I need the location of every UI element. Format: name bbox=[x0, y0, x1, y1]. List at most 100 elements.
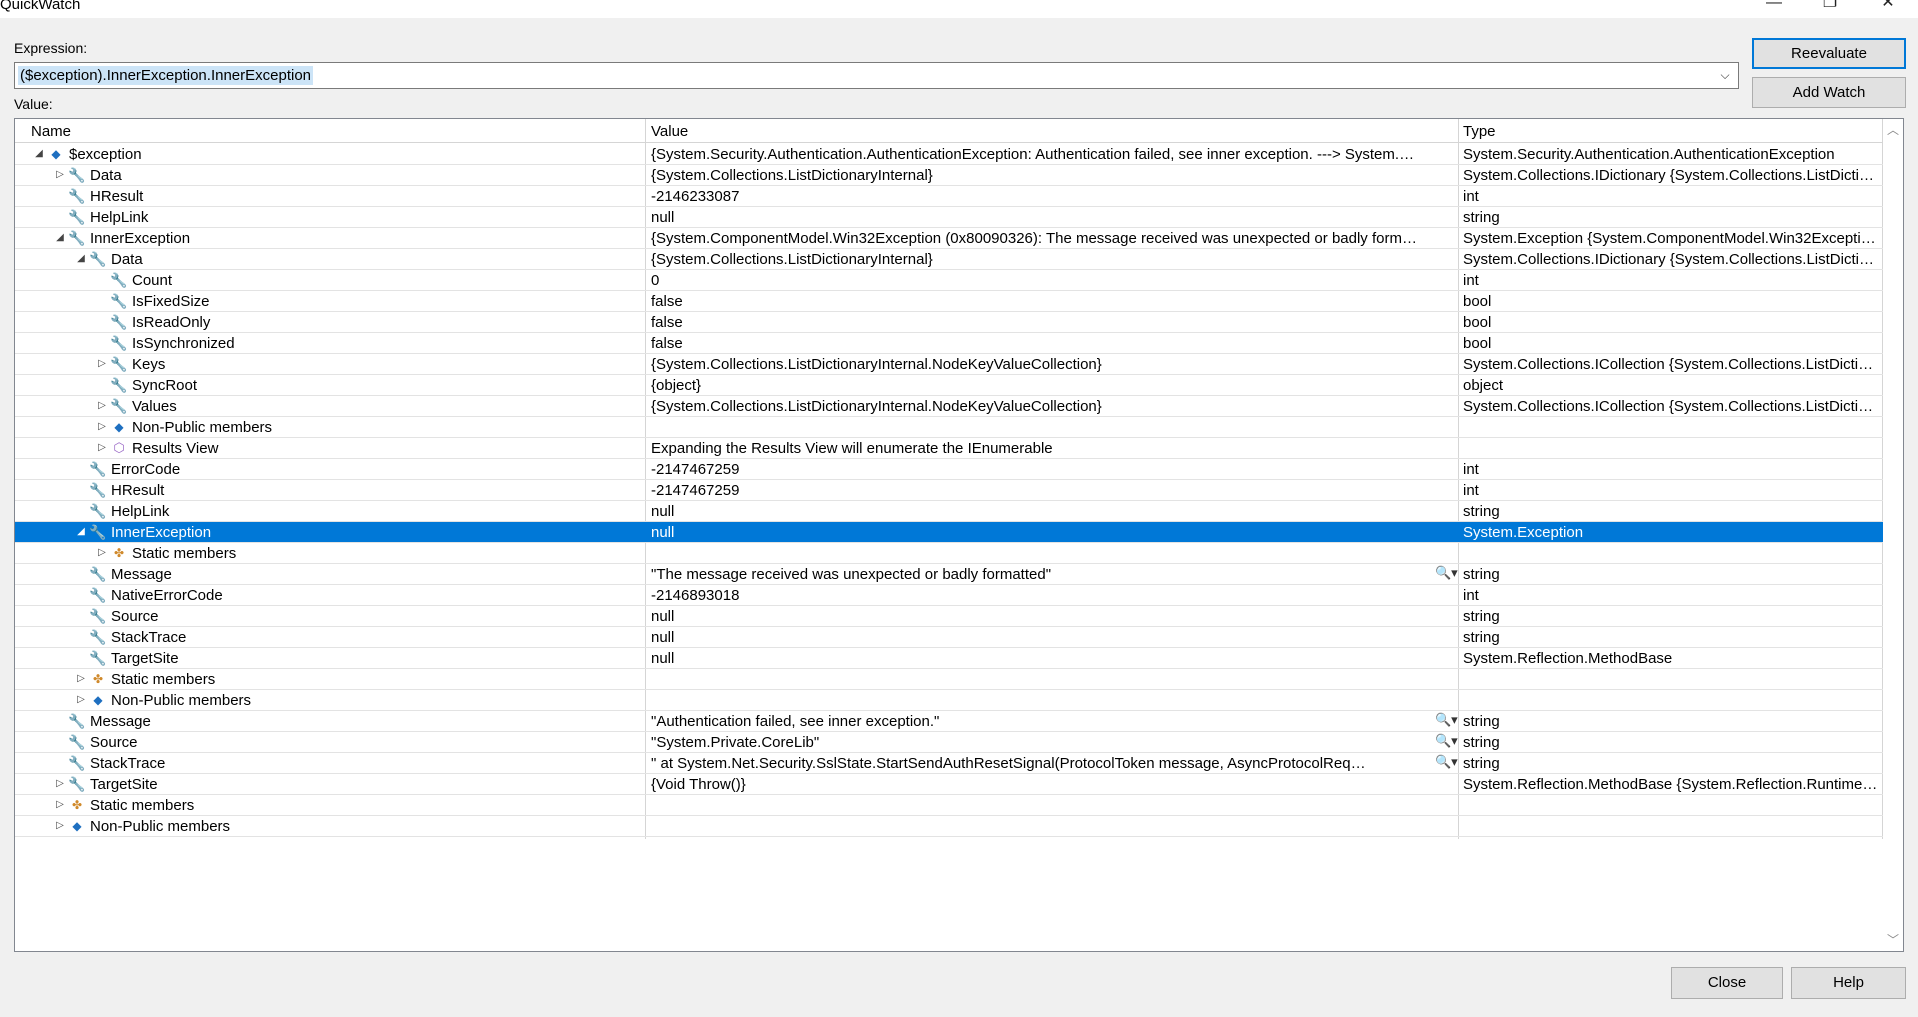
table-row[interactable]: 🔧 Message "The message received was unexpe… bbox=[15, 564, 1883, 585]
table-row[interactable]: ▷ ⬡ Results View Expanding the Results View… bbox=[15, 438, 1883, 459]
table-row[interactable]: ◢ 🔧 Data {System.Collections.ListDictionary… bbox=[15, 249, 1883, 270]
table-row[interactable]: 🔧 IsSynchronized false bool bbox=[15, 333, 1883, 354]
row-value[interactable]: false bbox=[651, 293, 1421, 310]
expand-icon[interactable]: ▷ bbox=[75, 690, 87, 710]
table-row[interactable]: 🔧 StackTrace null string bbox=[15, 627, 1883, 648]
help-button[interactable]: Help bbox=[1791, 967, 1906, 999]
table-row[interactable]: ▷ ◆ Non-Public members bbox=[15, 690, 1883, 711]
table-row[interactable]: ▷ 🔧 Values {System.Collections.ListDictiona… bbox=[15, 396, 1883, 417]
wrench-icon: 🔧 bbox=[89, 608, 107, 624]
collapse-icon[interactable]: ◢ bbox=[75, 522, 87, 542]
row-value[interactable]: false bbox=[651, 314, 1421, 331]
table-row[interactable]: 🔧 HelpLink null string bbox=[15, 501, 1883, 522]
row-value[interactable]: 0 bbox=[651, 272, 1421, 289]
expand-icon[interactable]: ▷ bbox=[96, 354, 108, 374]
chevron-down-icon[interactable]: ⌵ bbox=[1714, 64, 1736, 87]
expand-icon[interactable]: ▷ bbox=[96, 543, 108, 563]
row-value[interactable]: null bbox=[651, 503, 1421, 520]
row-value[interactable]: {System.Collections.ListDictionaryIntern… bbox=[651, 398, 1421, 415]
collapse-icon[interactable]: ◢ bbox=[33, 144, 45, 164]
expand-icon[interactable]: ▷ bbox=[75, 669, 87, 689]
table-row[interactable]: 🔧 NativeErrorCode -2146893018 int bbox=[15, 585, 1883, 606]
table-row[interactable]: 🔧 HelpLink null string bbox=[15, 207, 1883, 228]
collapse-icon[interactable]: ◢ bbox=[54, 228, 66, 248]
table-row[interactable]: 🔧 Source "System.Private.CoreLib" 🔍▾ string bbox=[15, 732, 1883, 753]
row-value[interactable]: null bbox=[651, 650, 1421, 667]
row-value[interactable]: Expanding the Results View will enumerat… bbox=[651, 440, 1421, 457]
row-value[interactable]: "Authentication failed, see inner except… bbox=[651, 713, 1371, 730]
expand-icon[interactable]: ▷ bbox=[54, 795, 66, 815]
table-row[interactable]: 🔧 HResult -2147467259 int bbox=[15, 480, 1883, 501]
table-row[interactable]: 🔧 IsFixedSize false bool bbox=[15, 291, 1883, 312]
table-row[interactable]: 🔧 IsReadOnly false bool bbox=[15, 312, 1883, 333]
close-window-button[interactable]: ✕ bbox=[1868, 0, 1908, 16]
table-row[interactable]: ▷ 🔧 Data {System.Collections.ListDictionary… bbox=[15, 165, 1883, 186]
row-value[interactable]: null bbox=[651, 524, 1421, 541]
scroll-up-icon[interactable]: ︿ bbox=[1887, 121, 1899, 138]
scroll-down-icon[interactable]: ﹀ bbox=[1887, 931, 1899, 948]
table-row[interactable]: ◢ 🔧 InnerException {System.ComponentModel.W… bbox=[15, 228, 1883, 249]
row-value[interactable]: false bbox=[651, 335, 1421, 352]
table-row[interactable]: 🔧 ErrorCode -2147467259 int bbox=[15, 459, 1883, 480]
maximize-button[interactable]: ❐ bbox=[1810, 0, 1850, 16]
table-row[interactable]: ▷ ◆ Non-Public members bbox=[15, 417, 1883, 438]
expand-icon[interactable]: ▷ bbox=[54, 165, 66, 185]
row-type: System.Reflection.MethodBase {System.Ref… bbox=[1463, 776, 1881, 793]
table-row[interactable]: 🔧 StackTrace " at System.Net.Security.SslS… bbox=[15, 753, 1883, 774]
row-value[interactable]: null bbox=[651, 209, 1421, 226]
table-row[interactable]: 🔧 Count 0 int bbox=[15, 270, 1883, 291]
table-row[interactable]: ▷ ✤ Static members bbox=[15, 543, 1883, 564]
row-value[interactable]: "System.Private.CoreLib" bbox=[651, 734, 1371, 751]
expression-text[interactable]: ($exception).InnerException.InnerExcepti… bbox=[18, 66, 314, 85]
row-name: Values bbox=[132, 398, 177, 415]
column-header-name[interactable]: Name bbox=[31, 123, 71, 140]
row-name: $exception bbox=[69, 146, 142, 163]
table-row[interactable]: ▷ ✤ Static members bbox=[15, 669, 1883, 690]
column-header-type[interactable]: Type bbox=[1463, 123, 1496, 140]
row-value[interactable]: null bbox=[651, 608, 1421, 625]
expand-icon[interactable]: ▷ bbox=[96, 396, 108, 416]
table-row[interactable]: ▷ 🔧 Keys {System.Collections.ListDictionary… bbox=[15, 354, 1883, 375]
row-value[interactable]: -2146233087 bbox=[651, 188, 1421, 205]
row-value[interactable]: -2146893018 bbox=[651, 587, 1421, 604]
table-row[interactable]: 🔧 Source null string bbox=[15, 606, 1883, 627]
table-row[interactable]: 🔧 SyncRoot {object} object bbox=[15, 375, 1883, 396]
table-row[interactable]: ▷ ✤ Static members bbox=[15, 795, 1883, 816]
reevaluate-button[interactable]: Reevaluate bbox=[1752, 38, 1906, 69]
row-value[interactable]: {System.Collections.ListDictionaryIntern… bbox=[651, 167, 1421, 184]
row-value[interactable]: {System.Collections.ListDictionaryIntern… bbox=[651, 356, 1421, 373]
table-row[interactable]: ◢ ◆ $exception {System.Security.Authenticat… bbox=[15, 144, 1883, 165]
table-row[interactable]: ▷ 🔧 TargetSite {Void Throw()} System.Reflect… bbox=[15, 774, 1883, 795]
expand-icon[interactable]: ▷ bbox=[96, 438, 108, 458]
table-row[interactable]: 🔧 HResult -2146233087 int bbox=[15, 186, 1883, 207]
row-value[interactable]: "The message received was unexpected or … bbox=[651, 566, 1371, 583]
expand-icon[interactable]: ▷ bbox=[54, 774, 66, 794]
row-type: bool bbox=[1463, 335, 1492, 352]
row-value[interactable]: {System.ComponentModel.Win32Exception (0… bbox=[651, 230, 1421, 247]
row-type: string bbox=[1463, 629, 1500, 646]
row-value[interactable]: null bbox=[651, 629, 1421, 646]
row-value[interactable]: -2147467259 bbox=[651, 482, 1421, 499]
collapse-icon[interactable]: ◢ bbox=[75, 249, 87, 269]
expand-icon[interactable]: ▷ bbox=[54, 816, 66, 836]
table-row[interactable]: ◢ 🔧 InnerException null System.Exception bbox=[15, 522, 1883, 543]
column-header-value[interactable]: Value bbox=[651, 123, 688, 140]
wrench-icon: 🔧 bbox=[89, 503, 107, 519]
table-row[interactable]: 🔧 TargetSite null System.Reflection.MethodB… bbox=[15, 648, 1883, 669]
expand-icon[interactable]: ▷ bbox=[96, 417, 108, 437]
row-name: StackTrace bbox=[111, 629, 187, 646]
row-name: Data bbox=[111, 251, 143, 268]
row-value[interactable]: {System.Collections.ListDictionaryIntern… bbox=[651, 251, 1421, 268]
watch-grid[interactable]: Name Value Type ◢ ◆ $exception {System.Secu… bbox=[14, 118, 1904, 952]
table-row[interactable]: ▷ ◆ Non-Public members bbox=[15, 816, 1883, 837]
row-value[interactable]: " at System.Net.Security.SslState.StartS… bbox=[651, 755, 1371, 772]
row-value[interactable]: {object} bbox=[651, 377, 1421, 394]
row-value[interactable]: {System.Security.Authentication.Authenti… bbox=[651, 146, 1421, 163]
row-value[interactable]: {Void Throw()} bbox=[651, 776, 1421, 793]
close-button[interactable]: Close bbox=[1671, 967, 1783, 999]
add-watch-button[interactable]: Add Watch bbox=[1752, 77, 1906, 108]
row-value[interactable]: -2147467259 bbox=[651, 461, 1421, 478]
table-row[interactable]: 🔧 Message "Authentication failed, see inne… bbox=[15, 711, 1883, 732]
minimize-button[interactable]: — bbox=[1754, 0, 1794, 16]
expression-input[interactable]: ($exception).InnerException.InnerExcepti… bbox=[14, 62, 1739, 89]
